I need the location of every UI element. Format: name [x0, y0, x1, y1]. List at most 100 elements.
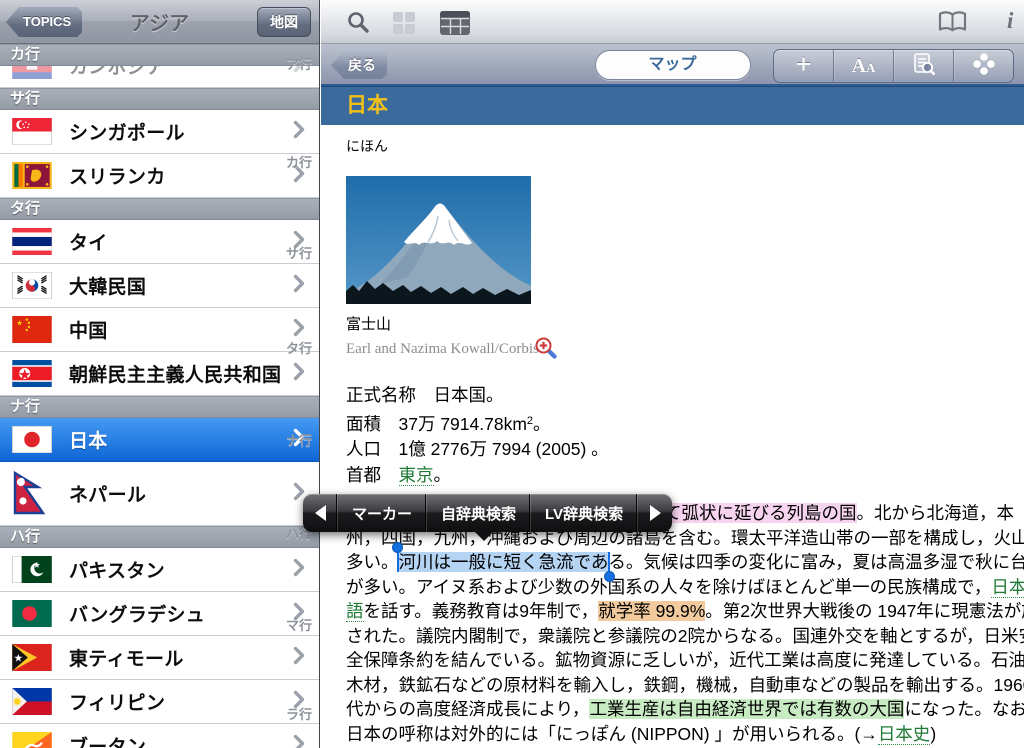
context-menu-item-lv-dictionary-search[interactable]: LV辞典検索 [530, 494, 637, 532]
mount-fuji-photo[interactable] [346, 176, 531, 304]
article-content: にほん [321, 136, 1024, 746]
table-view-icon[interactable] [439, 10, 471, 41]
body-text: が多い。アイヌ系および少数の外国系の人々を除けばほとんど単一の民族構成で， [346, 577, 991, 597]
topics-back-button[interactable]: TOPICS [6, 7, 82, 37]
chevron-right-icon [293, 362, 305, 386]
inline-link[interactable]: 語 [346, 601, 364, 622]
left-arrow-icon [315, 505, 326, 521]
index-label[interactable]: ラ行 [286, 704, 312, 723]
search-in-entry-button[interactable] [893, 50, 953, 82]
related-entries-button[interactable] [953, 50, 1013, 82]
body-text: になった。なお， [904, 699, 1024, 719]
index-label[interactable]: タ行 [286, 338, 312, 357]
section-header: カ行 [0, 44, 319, 66]
article-title: 日本 [346, 94, 388, 117]
zoom-in-icon[interactable] [534, 336, 558, 365]
country-label: カンボジア [69, 66, 291, 79]
grid-view-icon[interactable] [391, 10, 417, 41]
plus-icon: + [796, 49, 812, 80]
info-icon[interactable]: i [1007, 8, 1013, 34]
section-header: タ行 [0, 198, 319, 220]
context-menu-pointer [473, 530, 495, 541]
context-menu-item-self-dictionary-search[interactable]: 自辞典検索 [426, 494, 530, 532]
country-label: シンガポール [69, 118, 291, 145]
flag-jp-icon [12, 426, 52, 453]
context-menu: マーカー 自辞典検索 LV辞典検索 [303, 494, 672, 532]
country-row-kp[interactable]: 朝鮮民主主義人民共和国 [0, 352, 319, 396]
context-menu-item-marker[interactable]: マーカー [337, 494, 426, 532]
add-bookmark-button[interactable]: + [774, 50, 833, 82]
sidebar: TOPICS アジア 地図 カ行カンボジアサ行シンガポールスリランカタ行タイ大韓… [0, 0, 320, 748]
index-label[interactable]: ア行 [286, 54, 312, 73]
country-label: 朝鮮民主主義人民共和国 [69, 360, 291, 387]
flag-lk-icon [12, 162, 52, 189]
country-label: ネパール [69, 480, 291, 507]
country-row-jp[interactable]: 日本 [0, 418, 319, 462]
back-button-label: 戻る [331, 51, 387, 79]
context-menu-prev-button[interactable] [303, 494, 337, 532]
marker-highlight-orange: 就学率 99.9% [598, 601, 705, 621]
body-text: された。議院内閣制で，衆議院と参議院の2院からなる。国連外交を軸とするが，日米安 [346, 626, 1024, 646]
topics-back-label: TOPICS [6, 7, 82, 37]
fact-list: 正式名称 日本国。面積 37万 7914.78km2。人口 1億 2776万 7… [346, 383, 1008, 488]
country-row-tl[interactable]: 東ティモール [0, 636, 319, 680]
back-button[interactable]: 戻る [331, 51, 387, 79]
country-row-lk[interactable]: スリランカ [0, 154, 319, 198]
top-toolbar: i [321, 0, 1024, 44]
flag-bt-icon [12, 732, 52, 748]
flag-bd-icon [12, 600, 52, 627]
country-row-clipped: カンボジア [0, 66, 319, 88]
flag-kr-icon [12, 272, 52, 299]
sidebar-header: TOPICS アジア 地図 [0, 0, 319, 44]
dictionary-app: TOPICS アジア 地図 カ行カンボジアサ行シンガポールスリランカタ行タイ大韓… [0, 0, 1024, 748]
body-text: 。 [434, 465, 452, 485]
body-text: 面積 37万 7914.78km [346, 414, 527, 434]
right-arrow-icon [650, 505, 661, 521]
context-menu-next-button[interactable] [637, 494, 672, 532]
index-label[interactable]: カ行 [286, 152, 312, 171]
inline-link[interactable]: 日本史 [878, 724, 931, 745]
search-icon[interactable] [346, 10, 370, 39]
body-text: 首都 [346, 465, 399, 485]
body-text: 全保障条約を結んでいる。鉱物資源に乏しいが，近代工業は高度に発達している。石油， [346, 650, 1024, 670]
country-row-sg[interactable]: シンガポール [0, 110, 319, 154]
view-mode-segment-map[interactable]: マップ [595, 50, 751, 80]
nav-toolbar: 戻る マップ + AA [321, 44, 1024, 86]
body-text: 日本の呼称は対外的には「にっぽん (NIPPON) 」が用いられる。(→ [346, 724, 878, 744]
country-label: タイ [69, 228, 291, 255]
flag-tl-icon [12, 644, 52, 671]
inline-link[interactable]: 東京 [399, 465, 434, 486]
flag-np-icon [12, 471, 52, 517]
body-text: ) [930, 724, 936, 744]
country-row-bt[interactable]: ブータン [0, 724, 319, 748]
flag-ph-icon [12, 688, 52, 715]
article-body: て弧状に延びる列島の国。北から北海道，本州，四国，九州，沖縄および周辺の諸島を含… [346, 501, 1008, 746]
chevron-right-icon [293, 558, 305, 582]
sidebar-title: アジア [130, 7, 189, 36]
body-text: る。気候は四季の変化に富み，夏は高温多湿で秋に台風 [608, 552, 1024, 572]
country-label: 東ティモール [69, 644, 291, 671]
index-label[interactable]: マ行 [286, 615, 312, 634]
figure-caption: 富士山 [346, 313, 531, 334]
country-row-th[interactable]: タイ [0, 220, 319, 264]
country-row-bd[interactable]: バングラデシュ [0, 592, 319, 636]
inline-link[interactable]: 日本 [991, 577, 1024, 598]
country-row-ph[interactable]: フィリピン [0, 680, 319, 724]
marker-highlight-pink: て弧状に延びる列島の国 [664, 503, 857, 523]
book-icon[interactable] [937, 10, 968, 39]
index-label[interactable]: ナ行 [286, 430, 312, 449]
country-label: ブータン [69, 732, 291, 748]
detail-panel: i 戻る マップ + AA [321, 0, 1024, 748]
selection-handle-start[interactable] [392, 542, 403, 553]
country-row-kr[interactable]: 大韓民国 [0, 264, 319, 308]
country-row-kh[interactable]: カンボジア [0, 66, 319, 88]
map-button[interactable]: 地図 [257, 7, 311, 37]
article-title-bar: 日本 [321, 86, 1024, 125]
country-row-np[interactable]: ネパール [0, 462, 319, 526]
font-size-button[interactable]: AA [833, 50, 893, 82]
body-text: 。第2次世界大戦後の 1947年に現憲法が施行 [705, 601, 1024, 621]
text-selection[interactable]: 河川は一般に短く急流であ [399, 552, 609, 572]
country-row-pk[interactable]: パキスタン [0, 548, 319, 592]
country-row-cn[interactable]: 中国 [0, 308, 319, 352]
index-label[interactable]: サ行 [286, 243, 312, 262]
